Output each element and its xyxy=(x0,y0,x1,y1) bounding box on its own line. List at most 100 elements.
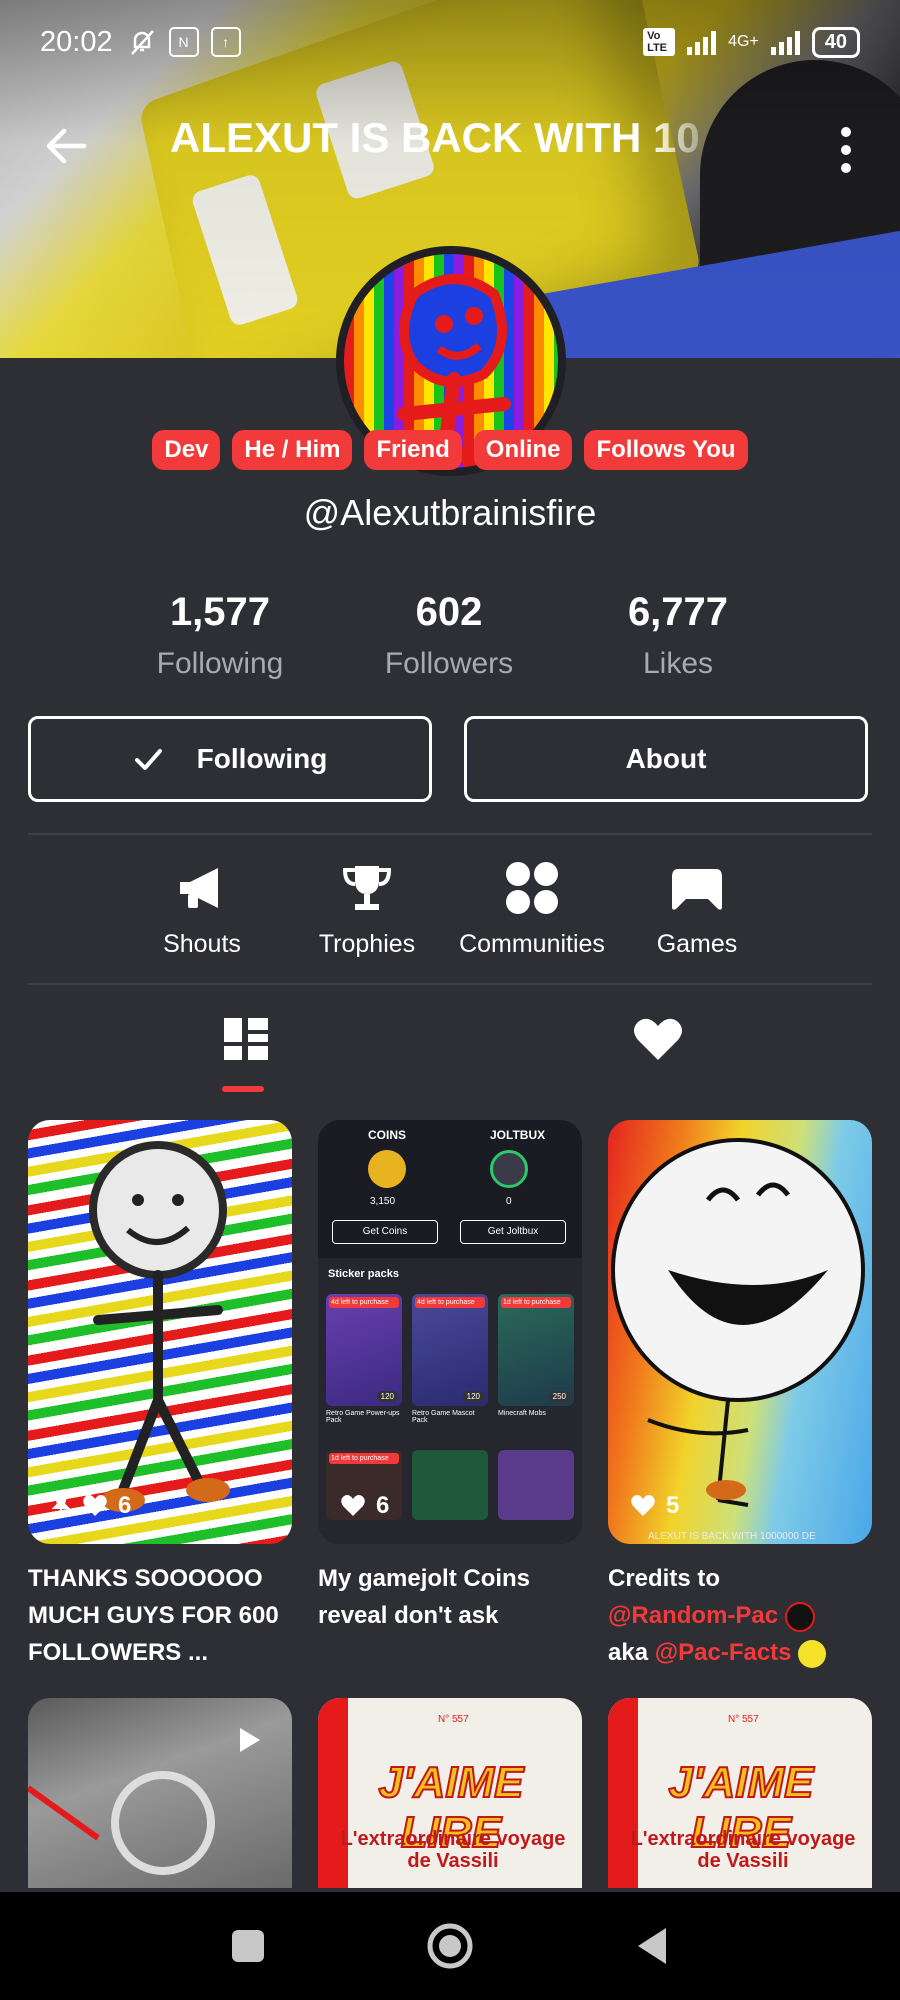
pack-price: 250 xyxy=(548,1391,570,1402)
badge-pronouns: He / Him xyxy=(232,430,353,470)
coin-shop-screenshot: COINS JOLTBUX 3,150 0 Get Coins Get Jolt… xyxy=(318,1120,582,1544)
badge-online: Online xyxy=(473,430,573,470)
post-meta: 5 xyxy=(630,1492,679,1520)
magazine-subtitle: L'extraordinaire voyage de Vassili xyxy=(340,1828,566,1872)
sticker-pack: 4d left to purchase 120 xyxy=(412,1294,488,1406)
post-caption[interactable]: THANKS SOOOOOO MUCH GUYS FOR 600 FOLLOWE… xyxy=(28,1560,298,1671)
stat-label: Followers xyxy=(384,647,514,680)
pack-timer: 1d left to purchase xyxy=(501,1297,571,1308)
pack-name: Retro Game Power-ups Pack xyxy=(326,1410,400,1424)
pack-name: Minecraft Mobs xyxy=(498,1410,546,1417)
pin-icon xyxy=(51,1496,71,1516)
games-label: Games xyxy=(656,930,738,958)
pack-timer: 1d left to purchase xyxy=(329,1453,399,1464)
magazine-issue: N° 557 xyxy=(438,1714,469,1725)
about-button-label: About xyxy=(625,743,707,774)
system-nav-bar xyxy=(0,1892,900,2000)
pack-price: 120 xyxy=(462,1391,484,1402)
caption-text: Credits to xyxy=(608,1565,721,1592)
header-bar: ALEXUT IS BACK WITH 10 xyxy=(0,100,900,190)
mute-bell-icon xyxy=(130,30,154,55)
status-bar: 20:02 N ↑ Vo LTE 4G+ 40 xyxy=(0,0,900,84)
megaphone-icon xyxy=(180,868,218,908)
user-mention[interactable]: @Random-Pac xyxy=(608,1602,778,1629)
gamepad-icon xyxy=(672,869,722,910)
divider xyxy=(28,983,872,985)
like-count: 6 xyxy=(118,1492,132,1519)
recents-icon[interactable] xyxy=(230,1928,266,1964)
page-title: ALEXUT IS BACK WITH 10 xyxy=(170,114,700,161)
badge-friend: Friend xyxy=(364,430,462,470)
communities-link[interactable]: Communities xyxy=(442,860,622,959)
stat-value: 1,577 xyxy=(169,590,271,634)
status-notification-icons: N ↑ xyxy=(127,27,241,57)
profile-badges: Dev He / Him Friend Online Follows You xyxy=(0,430,900,470)
home-icon[interactable] xyxy=(426,1922,474,1970)
battery-indicator: 40 xyxy=(811,26,860,58)
pack-timer: 4d left to purchase xyxy=(329,1297,399,1308)
joltbux-icon xyxy=(490,1150,528,1188)
play-icon xyxy=(240,1728,260,1752)
shouts-link[interactable]: Shouts xyxy=(112,860,292,959)
active-tab-indicator xyxy=(222,1086,264,1092)
heart-icon xyxy=(83,1495,107,1516)
communities-icon xyxy=(506,862,558,914)
post-card[interactable]: N° 557 J'AIME LIRE L'extraordinaire voya… xyxy=(318,1698,582,1888)
stat-value: 602 xyxy=(415,590,483,634)
signal-icon xyxy=(687,29,717,55)
post-meta: 6 xyxy=(50,1492,131,1520)
upload-icon: ↑ xyxy=(210,27,241,57)
following-button-label: Following xyxy=(196,743,328,774)
about-button[interactable]: About xyxy=(464,716,868,802)
get-joltbux-button: Get Joltbux xyxy=(460,1220,566,1244)
trophy-icon xyxy=(342,866,392,910)
coins-label: COINS xyxy=(368,1128,407,1142)
like-count: 5 xyxy=(666,1492,680,1519)
heart-icon[interactable] xyxy=(628,1010,688,1070)
back-arrow-icon[interactable] xyxy=(38,118,94,174)
games-link[interactable]: Games xyxy=(607,860,787,959)
pacman-avatar xyxy=(798,1639,827,1668)
post-caption[interactable]: My gamejolt Coins reveal don't ask xyxy=(318,1560,568,1634)
back-icon[interactable] xyxy=(634,1926,670,1966)
magazine-issue: N° 557 xyxy=(728,1714,759,1725)
post-card[interactable] xyxy=(28,1698,292,1888)
magazine-subtitle: L'extraordinaire voyage de Vassili xyxy=(630,1828,856,1872)
volte-icon: Vo LTE xyxy=(643,28,676,56)
sticker-pack: 4d left to purchase 120 xyxy=(326,1294,402,1406)
stat-label: Following xyxy=(156,647,284,680)
badge-dev: Dev xyxy=(152,430,221,470)
dashboard-icon[interactable] xyxy=(216,1010,276,1070)
user-mention[interactable]: @Pac-Facts xyxy=(655,1639,792,1666)
stat-followers[interactable]: 602 Followers xyxy=(339,590,559,681)
status-system-icons: Vo LTE 4G+ 40 xyxy=(643,26,860,58)
username: @Alexutbrainisfire xyxy=(303,492,597,533)
trophies-link[interactable]: Trophies xyxy=(277,860,457,959)
sticker-packs-label: Sticker packs xyxy=(328,1268,399,1280)
post-card[interactable]: 6 xyxy=(28,1120,292,1544)
post-card[interactable]: ALEXUT IS BACK WITH 1000000 DE 5 xyxy=(608,1120,872,1544)
caption-text: aka xyxy=(608,1639,655,1666)
signal-icon-2 xyxy=(770,29,800,55)
video-thumbnail xyxy=(28,1728,260,1875)
stat-label: Likes xyxy=(642,647,714,680)
mention-avatar xyxy=(784,1601,815,1632)
like-count: 6 xyxy=(376,1492,390,1519)
network-type: 4G+ xyxy=(728,33,759,50)
post-card[interactable]: COINS JOLTBUX 3,150 0 Get Coins Get Jolt… xyxy=(318,1120,582,1544)
stat-likes[interactable]: 6,777 Likes xyxy=(568,590,788,681)
following-button[interactable]: Following xyxy=(28,716,432,802)
stat-following[interactable]: 1,577 Following xyxy=(110,590,330,681)
checkmark-icon xyxy=(134,749,162,770)
post-meta: 6 xyxy=(340,1492,389,1520)
smiling-face-drawing xyxy=(611,1138,865,1507)
more-options-icon[interactable] xyxy=(826,120,866,180)
coin-icon xyxy=(368,1150,406,1188)
joltbux-label: JOLTBUX xyxy=(490,1128,546,1142)
post-caption[interactable]: Credits to @Random-Pac aka @Pac-Facts xyxy=(608,1560,873,1671)
pack-name: Retro Game Mascot Pack xyxy=(412,1410,475,1424)
badge-follows-you: Follows You xyxy=(584,430,748,470)
joltbux-value: 0 xyxy=(506,1196,512,1207)
shouts-label: Shouts xyxy=(163,930,241,958)
post-card[interactable]: N° 557 J'AIME LIRE L'extraordinaire voya… xyxy=(608,1698,872,1888)
